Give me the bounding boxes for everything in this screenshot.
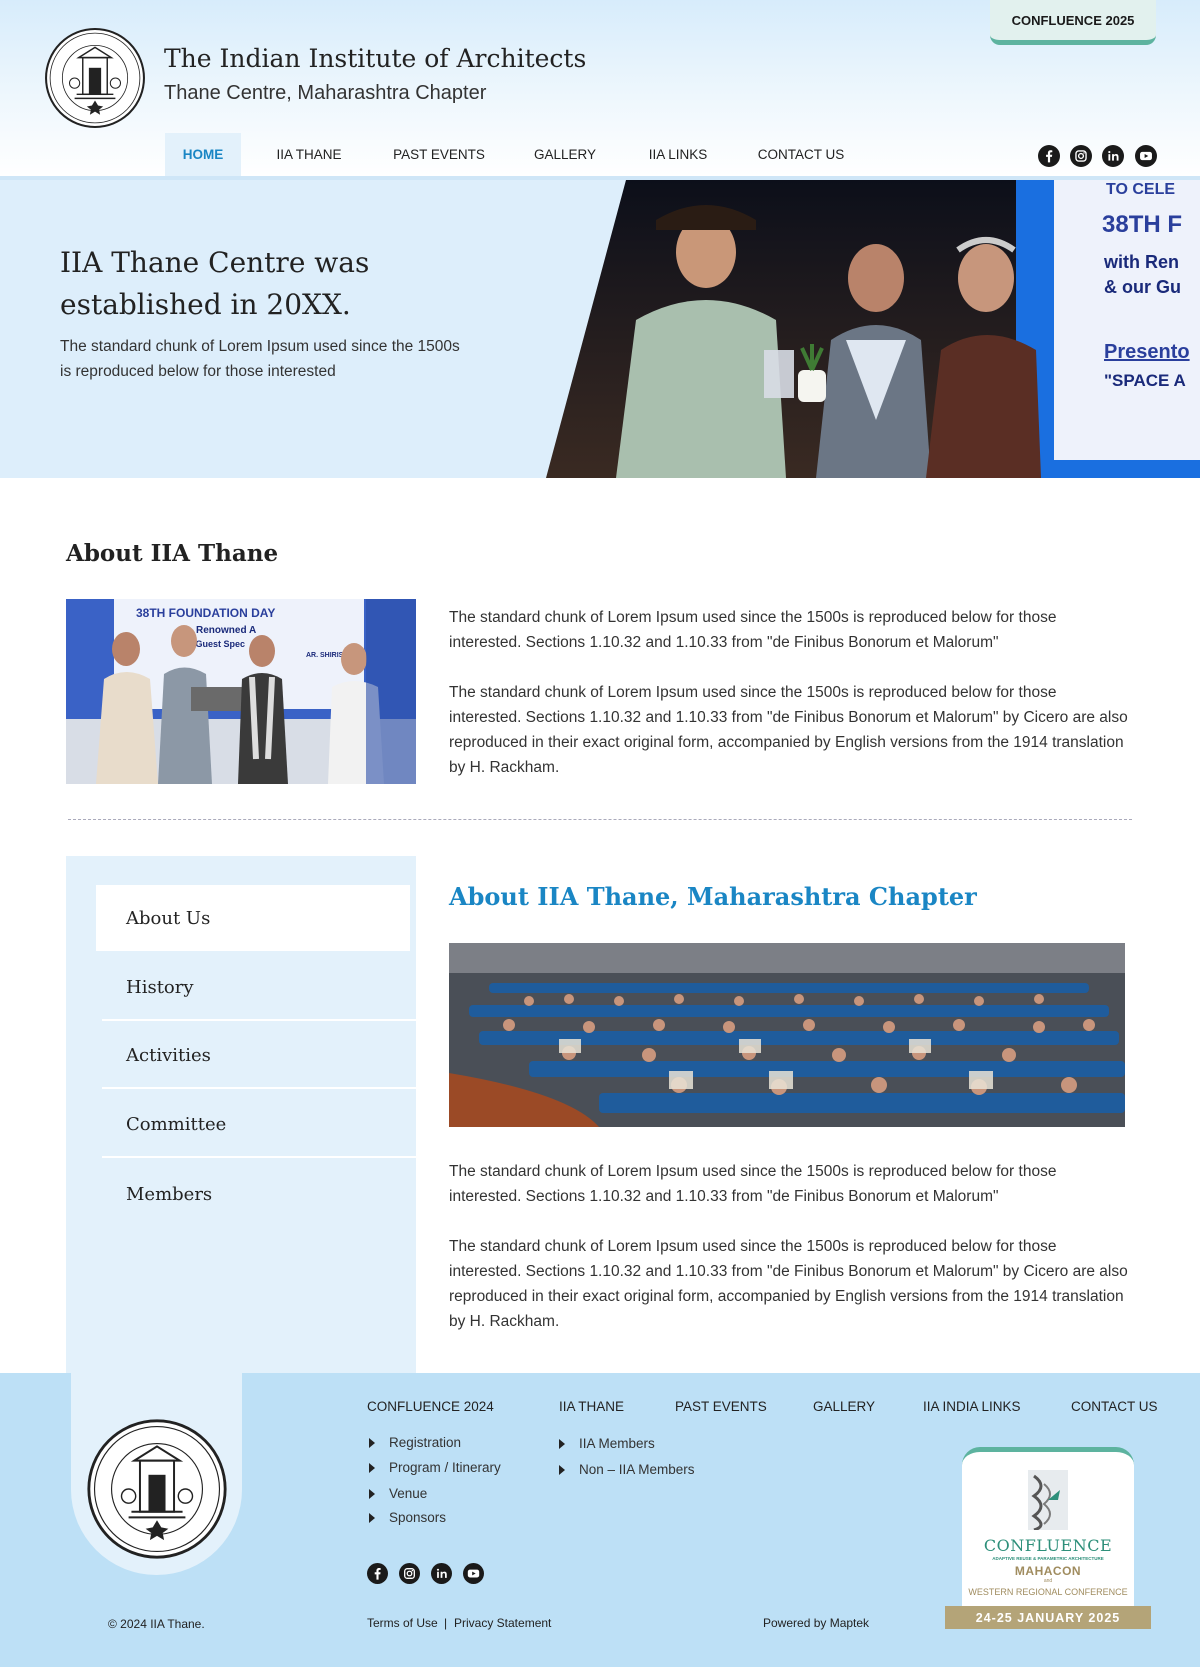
terms-of-use-link[interactable]: Terms of Use — [367, 1616, 438, 1630]
confluence-2025-card[interactable]: CONFLUENCE ADAPTIVE REUSE & PARAMETRIC A… — [962, 1447, 1134, 1607]
chapter-title: About IIA Thane, Maharashtra Chapter — [449, 882, 977, 911]
confluence-wordmark: CONFLUENCE — [983, 1536, 1113, 1555]
confluence-subtitle: ADAPTIVE REUSE & PARAMETRIC ARCHITECTURE — [992, 1556, 1104, 1561]
hero-photo-banner-line-2: 38TH F — [1102, 211, 1182, 238]
caret-right-icon — [369, 1437, 375, 1448]
caret-right-icon — [369, 1462, 375, 1473]
confluence-2025-tab[interactable]: CONFLUENCE 2025 — [990, 0, 1156, 45]
iia-seal-logo[interactable] — [44, 27, 146, 129]
footer-heading-past-events[interactable]: PAST EVENTS — [675, 1399, 767, 1414]
confluence-dates-banner: 24-25 JANUARY 2025 — [945, 1606, 1151, 1629]
western-regional-conference-text: WESTERN REGIONAL CONFERENCE — [968, 1587, 1128, 1597]
caret-right-icon — [369, 1512, 375, 1523]
site-title: The Indian Institute of Architects — [164, 44, 587, 73]
about-paragraph-2: The standard chunk of Lorem Ipsum used s… — [449, 684, 1128, 776]
footer-heading-confluence-2024[interactable]: CONFLUENCE 2024 — [367, 1399, 494, 1414]
hero-title: IIA Thane Centre was established in 20XX… — [60, 246, 370, 321]
caret-right-icon — [559, 1438, 565, 1449]
footer-iia-seal-logo[interactable] — [86, 1418, 228, 1560]
hero-photo-banner-line-3: with Ren — [1103, 252, 1179, 272]
legal-separator: | — [444, 1616, 448, 1630]
nav-iia-links[interactable]: IIA LINKS — [636, 133, 720, 176]
section-divider — [68, 819, 1132, 820]
hero-photo-banner-line-1: TO CELE — [1106, 181, 1175, 198]
side-menu-activities[interactable]: Activities — [102, 1023, 416, 1089]
site-subtitle: Thane Centre, Maharashtra Chapter — [164, 82, 487, 104]
footer-heading-iia-thane[interactable]: IIA THANE — [559, 1399, 624, 1414]
footer-link-registration[interactable]: Registration — [369, 1435, 461, 1450]
about-heading: About IIA Thane — [66, 540, 279, 567]
footer-facebook-icon[interactable] — [367, 1563, 388, 1584]
footer-instagram-icon[interactable] — [399, 1563, 420, 1584]
powered-by-text[interactable]: Powered by Maptek — [763, 1616, 869, 1630]
foundation-banner-line-1: 38TH FOUNDATION DAY — [136, 606, 275, 620]
caret-right-icon — [559, 1464, 565, 1475]
hero-photo-banner-line-5: Presento — [1104, 341, 1190, 363]
footer-link-program[interactable]: Program / Itinerary — [369, 1460, 501, 1475]
chapter-paragraph-1: The standard chunk of Lorem Ipsum used s… — [449, 1163, 1057, 1205]
confluence-and-text: and — [1043, 1578, 1053, 1584]
nav-home[interactable]: HOME — [165, 133, 241, 176]
nav-gallery[interactable]: GALLERY — [521, 133, 609, 176]
footer-linkedin-icon[interactable] — [431, 1563, 452, 1584]
nav-past-events[interactable]: PAST EVENTS — [385, 133, 493, 176]
side-menu-history[interactable]: History — [102, 955, 416, 1021]
footer-heading-gallery[interactable]: GALLERY — [813, 1399, 875, 1414]
confluence-logo-icon — [1028, 1470, 1068, 1530]
hero-text: The standard chunk of Lorem Ipsum used s… — [60, 338, 460, 380]
main-nav: HOME IIA THANE PAST EVENTS GALLERY IIA L… — [0, 133, 900, 176]
mahacon-text: MAHACON — [1014, 1564, 1082, 1578]
hero-photo-banner-line-4: & our Gu — [1104, 277, 1181, 297]
chapter-paragraph-2: The standard chunk of Lorem Ipsum used s… — [449, 1238, 1128, 1330]
footer-youtube-icon[interactable] — [463, 1563, 484, 1584]
side-menu-committee[interactable]: Committee — [102, 1092, 416, 1158]
footer-heading-iia-india-links[interactable]: IIA INDIA LINKS — [923, 1399, 1021, 1414]
nav-contact-us[interactable]: CONTACT US — [748, 133, 854, 176]
hero-photo-banner-line-6: "SPACE A — [1104, 371, 1186, 390]
about-paragraph-1: The standard chunk of Lorem Ipsum used s… — [449, 609, 1057, 651]
auditorium-audience-photo — [449, 943, 1125, 1127]
footer-link-sponsors[interactable]: Sponsors — [369, 1510, 446, 1525]
footer-link-non-iia-members[interactable]: Non – IIA Members — [559, 1462, 695, 1477]
footer-link-venue[interactable]: Venue — [369, 1486, 427, 1501]
facebook-icon[interactable] — [1038, 145, 1060, 167]
hero-banner: IIA Thane Centre was established in 20XX… — [0, 180, 1200, 478]
linkedin-icon[interactable] — [1102, 145, 1124, 167]
side-menu-about-us[interactable]: About Us — [96, 885, 410, 951]
caret-right-icon — [369, 1488, 375, 1499]
instagram-icon[interactable] — [1070, 145, 1092, 167]
copyright-text: © 2024 IIA Thane. — [108, 1617, 205, 1631]
foundation-banner-line-2: Renowned A — [196, 625, 256, 636]
foundation-day-photo: 38TH FOUNDATION DAY Renowned A ur Guest … — [66, 599, 416, 784]
nav-iia-thane[interactable]: IIA THANE — [261, 133, 357, 176]
site-header: The Indian Institute of Architects Thane… — [0, 0, 1200, 176]
footer-link-iia-members[interactable]: IIA Members — [559, 1436, 655, 1451]
side-menu-members[interactable]: Members — [102, 1161, 416, 1227]
privacy-statement-link[interactable]: Privacy Statement — [454, 1616, 551, 1630]
hero-award-photo: TO CELE 38TH F with Ren & our Gu Present… — [546, 180, 1200, 478]
footer-heading-contact-us[interactable]: CONTACT US — [1071, 1399, 1158, 1414]
youtube-icon[interactable] — [1135, 145, 1157, 167]
